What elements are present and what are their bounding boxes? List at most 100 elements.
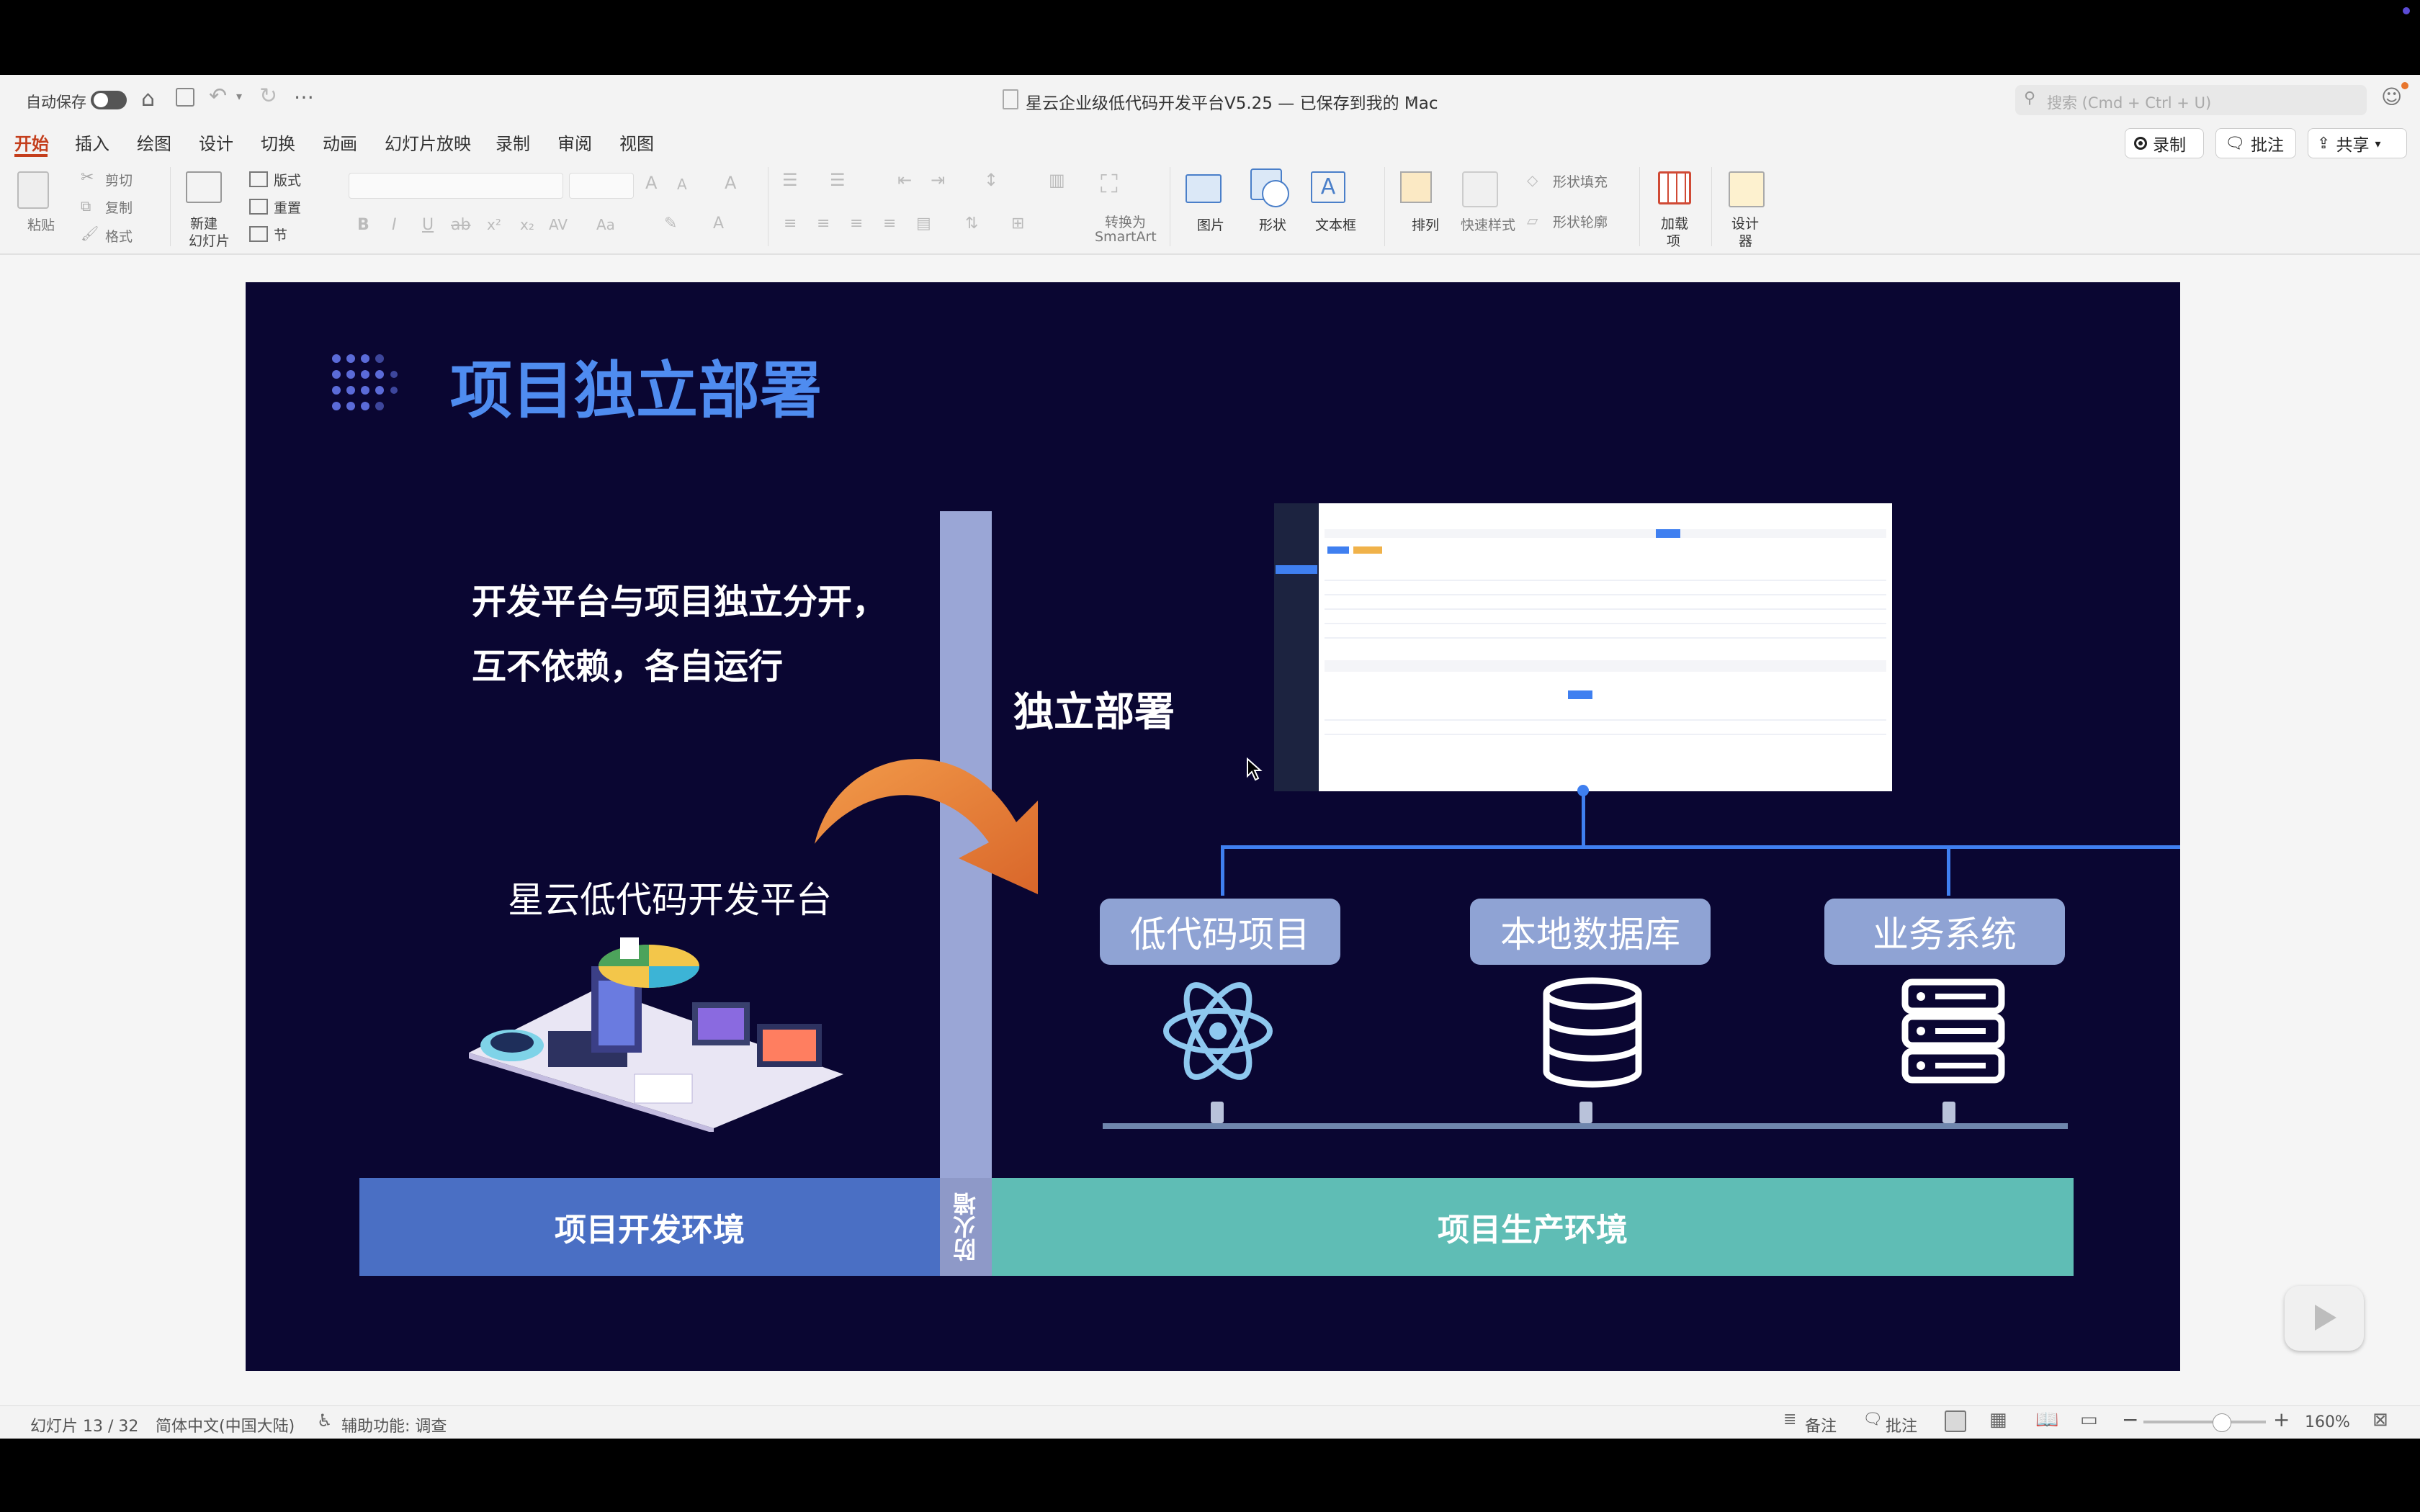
- language-indicator[interactable]: 简体中文(中国大陆): [156, 1413, 295, 1436]
- zoom-level[interactable]: 160%: [2305, 1413, 2350, 1431]
- tab-insert[interactable]: 插入: [75, 130, 109, 155]
- cut-icon[interactable]: ✂: [81, 168, 94, 186]
- arrange-label[interactable]: 排列: [1412, 215, 1439, 234]
- tab-animations[interactable]: 动画: [323, 130, 357, 155]
- tab-record[interactable]: 录制: [496, 130, 530, 155]
- layout-label[interactable]: 版式: [274, 170, 301, 189]
- bullets-icon[interactable]: ☰: [782, 170, 798, 190]
- font-size-select[interactable]: [569, 173, 634, 199]
- align-center-icon[interactable]: ≡: [817, 215, 830, 233]
- undo-dropdown-icon[interactable]: ▾: [236, 89, 242, 103]
- grow-font-icon[interactable]: A: [645, 168, 657, 197]
- tab-home[interactable]: 开始: [14, 130, 49, 155]
- tab-design[interactable]: 设计: [199, 130, 233, 155]
- underline-icon[interactable]: U: [422, 216, 434, 234]
- save-icon[interactable]: [176, 88, 194, 107]
- zoom-in-icon[interactable]: +: [2273, 1408, 2290, 1431]
- change-case-icon[interactable]: Aa: [596, 216, 615, 233]
- shape-fill-icon[interactable]: ◇: [1527, 171, 1538, 189]
- undo-icon[interactable]: ↶: [209, 84, 227, 109]
- numbering-icon[interactable]: ☰: [830, 170, 846, 190]
- search-box[interactable]: ⚲ 搜索 (Cmd + Ctrl + U): [2015, 85, 2367, 115]
- slide-sorter-icon[interactable]: ▦: [1989, 1409, 2007, 1431]
- textbox-icon[interactable]: A: [1311, 171, 1345, 203]
- align-left-icon[interactable]: ≡: [784, 215, 797, 233]
- more-icon[interactable]: ⋯: [294, 85, 314, 109]
- zoom-slider[interactable]: [2143, 1413, 2266, 1432]
- designer-label-1[interactable]: 设计: [1731, 213, 1759, 233]
- record-button[interactable]: 录制: [2125, 128, 2204, 158]
- tab-draw[interactable]: 绘图: [137, 130, 171, 155]
- tab-transitions[interactable]: 切换: [261, 130, 295, 155]
- format-painter-icon[interactable]: 🖌: [81, 225, 99, 242]
- quick-styles-icon[interactable]: [1462, 171, 1498, 207]
- account-icon[interactable]: ☺: [2381, 85, 2402, 109]
- addins-label-2[interactable]: 项: [1667, 230, 1680, 250]
- line-spacing-icon[interactable]: ↕: [984, 170, 998, 190]
- char-spacing-icon[interactable]: AV: [549, 216, 568, 233]
- convert-smartart-label-2[interactable]: SmartArt: [1095, 229, 1157, 245]
- picture-icon[interactable]: [1186, 174, 1222, 203]
- columns-icon[interactable]: ▥: [1049, 170, 1065, 190]
- bold-icon[interactable]: B: [357, 216, 369, 234]
- zoom-slider-thumb[interactable]: [2213, 1413, 2231, 1432]
- increase-indent-icon[interactable]: ⇥: [931, 170, 945, 190]
- font-name-select[interactable]: [349, 173, 563, 199]
- arrange-icon[interactable]: [1400, 171, 1432, 203]
- home-icon[interactable]: ⌂: [141, 86, 155, 112]
- clear-format-icon[interactable]: A: [725, 168, 736, 197]
- autosave-toggle[interactable]: [91, 91, 127, 109]
- decrease-indent-icon[interactable]: ⇤: [897, 170, 912, 190]
- copy-label[interactable]: 复制: [105, 197, 133, 217]
- format-label[interactable]: 格式: [105, 226, 133, 246]
- highlight-icon[interactable]: ✎: [664, 215, 677, 233]
- comment-button[interactable]: 🗨 批注: [2215, 128, 2296, 158]
- font-color-icon[interactable]: A: [713, 215, 724, 233]
- title-dropdown-icon[interactable]: ⌄: [1406, 91, 1415, 104]
- cut-label[interactable]: 剪切: [105, 170, 133, 189]
- shape-outline-label[interactable]: 形状轮廓: [1553, 212, 1608, 231]
- tab-slideshow[interactable]: 幻灯片放映: [385, 130, 471, 155]
- justify-icon[interactable]: ≡: [883, 215, 896, 233]
- text-direction-icon[interactable]: ⇅: [965, 215, 978, 233]
- zoom-out-icon[interactable]: −: [2122, 1408, 2138, 1431]
- reset-icon[interactable]: [249, 199, 268, 215]
- smartart-icon[interactable]: ⛶: [1101, 170, 1118, 199]
- fit-to-window-icon[interactable]: ⊠: [2372, 1409, 2388, 1431]
- reset-label[interactable]: 重置: [274, 197, 301, 217]
- share-button[interactable]: ⇪ 共享 ▾: [2308, 128, 2407, 158]
- strikethrough-icon[interactable]: ab: [451, 216, 470, 234]
- textbox-label[interactable]: 文本框: [1315, 215, 1356, 234]
- presenter-view-icon[interactable]: ▭: [2080, 1409, 2098, 1431]
- shrink-font-icon[interactable]: A: [677, 170, 687, 199]
- tab-review[interactable]: 审阅: [557, 130, 592, 155]
- normal-view-icon[interactable]: [1945, 1410, 1966, 1432]
- play-widget[interactable]: [2285, 1286, 2364, 1351]
- designer-label-2[interactable]: 器: [1739, 230, 1752, 250]
- notes-button[interactable]: 备注: [1805, 1413, 1837, 1436]
- copy-icon[interactable]: ⧉: [81, 197, 91, 215]
- new-slide-icon[interactable]: [186, 171, 222, 203]
- reading-view-icon[interactable]: 📖: [2035, 1409, 2058, 1431]
- new-slide-label-2[interactable]: 幻灯片: [189, 230, 230, 250]
- convert-smartart-label-1[interactable]: 转换为: [1105, 212, 1146, 231]
- layout-icon[interactable]: [249, 171, 268, 187]
- shape-fill-label[interactable]: 形状填充: [1553, 171, 1608, 191]
- addins-label-1[interactable]: 加载: [1661, 213, 1688, 233]
- addins-icon[interactable]: [1658, 171, 1691, 204]
- distributed-icon[interactable]: ▤: [916, 215, 931, 233]
- paste-icon[interactable]: [17, 171, 49, 209]
- superscript-icon[interactable]: x²: [487, 216, 501, 233]
- redo-icon[interactable]: ↻: [259, 84, 277, 109]
- paste-label[interactable]: 粘贴: [27, 215, 55, 234]
- window-title[interactable]: 星云企业级低代码开发平台V5.25 — 已保存到我的 Mac: [1026, 89, 1438, 114]
- shape-outline-icon[interactable]: ▱: [1527, 212, 1538, 229]
- subscript-icon[interactable]: x₂: [520, 216, 534, 233]
- accessibility-status[interactable]: 辅助功能: 调查: [341, 1413, 447, 1436]
- section-label[interactable]: 节: [274, 225, 287, 244]
- slide-canvas[interactable]: 项目独立部署 开发平台与项目独立分开， 互不依赖，各自运行 独立部署 星云低代码…: [246, 282, 2180, 1371]
- align-right-icon[interactable]: ≡: [850, 215, 863, 233]
- align-text-icon[interactable]: ⊞: [1011, 215, 1024, 233]
- quick-styles-label[interactable]: 快速样式: [1461, 215, 1515, 234]
- shape-label[interactable]: 形状: [1259, 215, 1286, 234]
